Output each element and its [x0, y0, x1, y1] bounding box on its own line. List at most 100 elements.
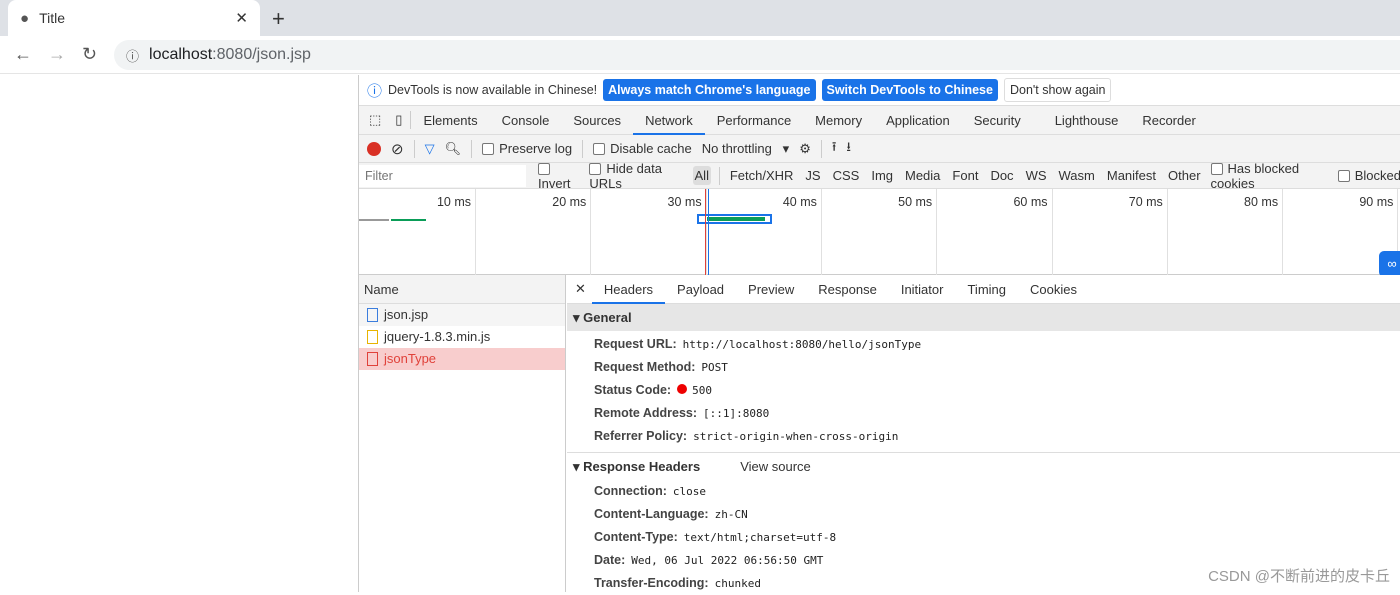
- tick-label: 40 ms: [782, 195, 817, 209]
- tab-response[interactable]: Response: [806, 275, 889, 304]
- tick-label: 20 ms: [552, 195, 587, 209]
- type-filter-all[interactable]: All: [692, 166, 711, 185]
- request-name: jsonType: [384, 351, 437, 366]
- invert-checkbox[interactable]: Invert: [538, 161, 581, 191]
- tab-lighthouse[interactable]: Lighthouse: [1043, 106, 1131, 135]
- tab-sources[interactable]: Sources: [561, 106, 633, 135]
- document-icon: [367, 308, 378, 322]
- request-row[interactable]: json.jsp: [359, 304, 565, 326]
- dont-show-again-button[interactable]: Don't show again: [1003, 78, 1112, 102]
- tab-timing[interactable]: Timing: [955, 275, 1018, 304]
- header-key: Request Method:: [594, 360, 696, 374]
- network-toolbar: ⊘ ▽ 🔍︎ Preserve log Disable cache No thr…: [359, 135, 1400, 163]
- tab-elements[interactable]: Elements: [411, 106, 489, 135]
- tab-initiator[interactable]: Initiator: [889, 275, 956, 304]
- filter-input[interactable]: [359, 164, 526, 187]
- preserve-log-checkbox[interactable]: Preserve log: [482, 141, 572, 156]
- tab-network[interactable]: Network: [633, 106, 705, 135]
- filter-bar: Invert Hide data URLs All Fetch/XHR JS C…: [359, 161, 1400, 191]
- disable-cache-checkbox[interactable]: Disable cache: [593, 141, 692, 156]
- tab-security[interactable]: Security: [962, 106, 1033, 135]
- header-row: Connection: close: [567, 480, 1400, 503]
- reload-icon[interactable]: ↻: [82, 44, 97, 65]
- type-filter-ws[interactable]: WS: [1024, 166, 1049, 185]
- header-row: Referrer Policy: strict-origin-when-cross…: [567, 425, 1400, 448]
- tick-label: 90 ms: [1359, 195, 1394, 209]
- header-value: Wed, 06 Jul 2022 06:56:50 GMT: [631, 554, 824, 567]
- search-icon[interactable]: 🔍︎: [445, 141, 462, 157]
- match-language-button[interactable]: Always match Chrome's language: [603, 79, 816, 101]
- request-details: ✕ Headers Payload Preview Response Initi…: [567, 275, 1400, 592]
- close-tab-icon[interactable]: ✕: [235, 9, 248, 27]
- blocked-requests-checkbox[interactable]: Blocked: [1337, 168, 1400, 183]
- request-row[interactable]: jquery-1.8.3.min.js: [359, 326, 565, 348]
- xhr-icon: [367, 352, 378, 366]
- back-icon[interactable]: ←: [14, 44, 32, 65]
- address-bar[interactable]: ⓘ localhost:8080/json.jsp: [114, 40, 1400, 70]
- section-title: General: [583, 310, 632, 325]
- disable-cache-label: Disable cache: [610, 141, 692, 156]
- browser-tab[interactable]: ● Title ✕: [8, 0, 260, 36]
- has-blocked-cookies-checkbox[interactable]: Has blocked cookies: [1210, 161, 1330, 191]
- type-filter-other[interactable]: Other: [1166, 166, 1203, 185]
- response-headers-section-header[interactable]: ▾ Response Headers View source: [567, 453, 1400, 480]
- grid-line: [590, 189, 592, 275]
- header-row: Status Code: 500: [567, 379, 1400, 402]
- type-filter-css[interactable]: CSS: [831, 166, 862, 185]
- import-har-icon[interactable]: ⭱: [832, 138, 837, 160]
- inspect-icon[interactable]: ⬚: [359, 112, 387, 128]
- header-key: Referrer Policy:: [594, 429, 688, 443]
- tick-label: 80 ms: [1244, 195, 1279, 209]
- name-column-header[interactable]: Name: [359, 275, 565, 304]
- header-row: Content-Type: text/html;charset=utf-8: [567, 526, 1400, 549]
- tab-strip: ● Title ✕ +: [0, 0, 1400, 36]
- request-row[interactable]: jsonType: [359, 348, 565, 370]
- url-path: :8080/json.jsp: [212, 46, 311, 63]
- type-filter-wasm[interactable]: Wasm: [1057, 166, 1097, 185]
- tab-application[interactable]: Application: [874, 106, 962, 135]
- type-filter-doc[interactable]: Doc: [988, 166, 1015, 185]
- tab-cookies[interactable]: Cookies: [1018, 275, 1089, 304]
- hide-data-urls-checkbox[interactable]: Hide data URLs: [589, 161, 684, 191]
- floating-widget-icon[interactable]: ∞: [1379, 251, 1400, 277]
- type-filter-font[interactable]: Font: [950, 166, 980, 185]
- tab-payload[interactable]: Payload: [665, 275, 736, 304]
- record-icon[interactable]: [367, 141, 381, 156]
- type-filter-manifest[interactable]: Manifest: [1105, 166, 1158, 185]
- tab-headers[interactable]: Headers: [591, 275, 666, 304]
- header-key: Request URL:: [594, 337, 677, 351]
- header-row: Remote Address: [::1]:8080: [567, 402, 1400, 425]
- filter-icon[interactable]: ▽: [425, 141, 435, 157]
- type-filter-fetch-xhr[interactable]: Fetch/XHR: [728, 166, 796, 185]
- blocked-label: Blocked: [1354, 168, 1400, 183]
- throttling-value: No throttling: [701, 140, 772, 156]
- switch-chinese-button[interactable]: Switch DevTools to Chinese: [821, 79, 998, 101]
- load-marker: [705, 189, 706, 275]
- tab-console[interactable]: Console: [490, 106, 562, 135]
- header-value: 500: [692, 384, 712, 397]
- tick-label: 60 ms: [1013, 195, 1048, 209]
- type-filter-media[interactable]: Media: [903, 166, 942, 185]
- header-key: Connection:: [594, 484, 667, 498]
- clear-icon[interactable]: ⊘: [391, 140, 404, 158]
- timeline-overview[interactable]: 10 ms 20 ms 30 ms 40 ms 50 ms 60 ms 70 ms 80 ms…: [359, 189, 1400, 277]
- network-conditions-icon[interactable]: ⚙: [799, 141, 811, 157]
- export-har-icon[interactable]: ⭳: [846, 138, 851, 160]
- script-icon: [367, 330, 378, 344]
- grid-line: [475, 189, 476, 275]
- close-details-icon[interactable]: ✕: [575, 281, 586, 297]
- tab-memory[interactable]: Memory: [803, 106, 874, 135]
- type-filter-js[interactable]: JS: [803, 166, 822, 185]
- throttling-select[interactable]: No throttling ▾: [702, 141, 789, 157]
- device-toggle-icon[interactable]: ▯: [387, 112, 410, 128]
- tab-recorder[interactable]: Recorder: [1130, 106, 1207, 135]
- tab-preview[interactable]: Preview: [736, 275, 806, 304]
- new-tab-button[interactable]: +: [272, 6, 285, 32]
- forward-icon[interactable]: →: [48, 44, 66, 65]
- view-source-link[interactable]: View source: [740, 459, 811, 474]
- general-section-header[interactable]: ▾ General: [567, 304, 1400, 331]
- status-error-icon: [677, 384, 688, 394]
- tab-performance[interactable]: Performance: [705, 106, 803, 135]
- type-filter-img[interactable]: Img: [869, 166, 895, 185]
- grid-line: [1282, 189, 1284, 275]
